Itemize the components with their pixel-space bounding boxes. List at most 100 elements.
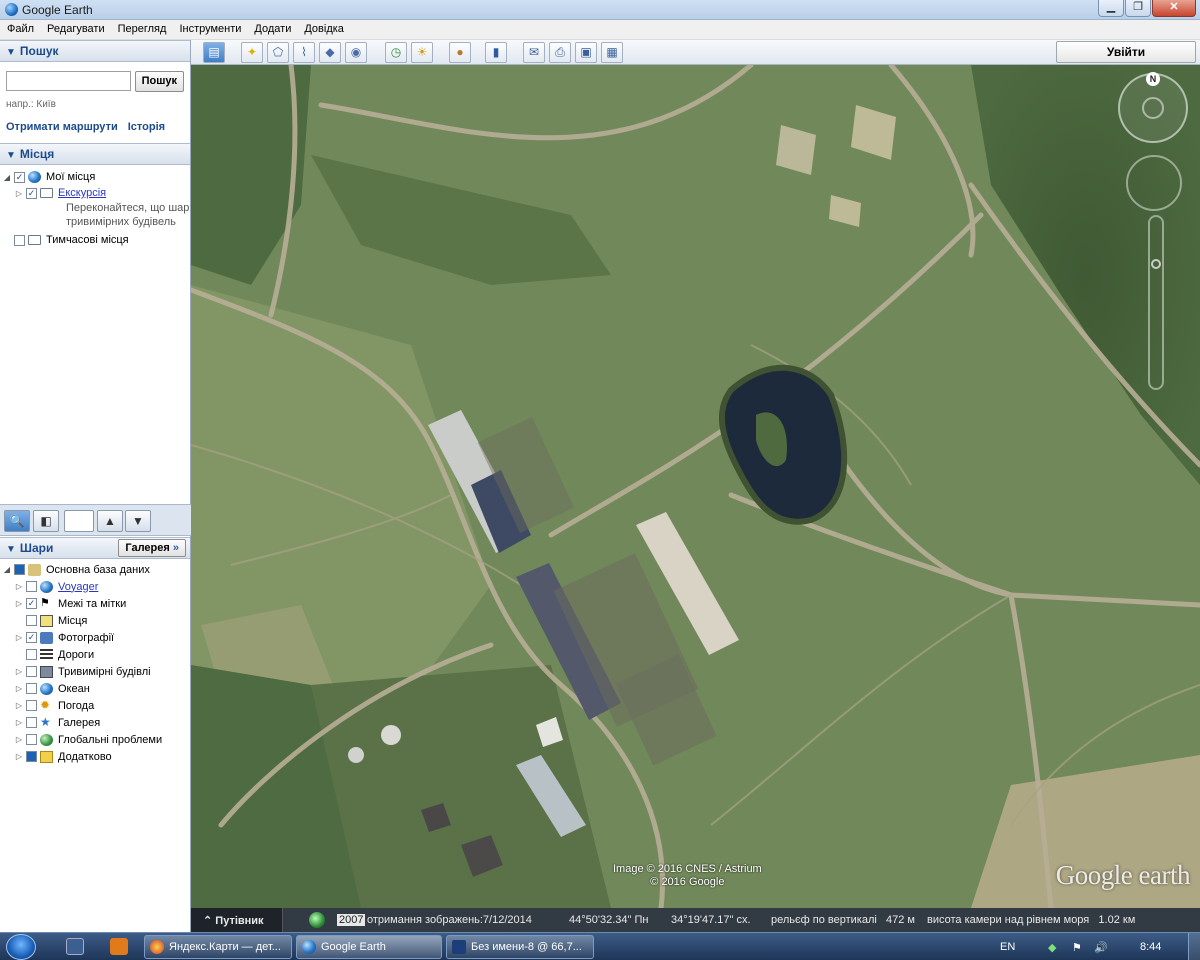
email-icon[interactable]: ✉ [523, 42, 545, 63]
panel-toggle-icon[interactable]: ◧ [33, 510, 59, 532]
taskbar-item-google-earth[interactable]: Google Earth [296, 935, 442, 959]
north-marker[interactable]: N [1146, 72, 1160, 86]
ruler-icon[interactable]: ▮ [485, 42, 507, 63]
expand-triangle-icon[interactable]: ▷ [14, 735, 24, 744]
checkbox[interactable] [26, 683, 37, 694]
menu-help[interactable]: Довідка [297, 20, 350, 39]
clock[interactable]: 8:44 [1140, 941, 1161, 953]
layer-3d-buildings[interactable]: ▷ Тривимірні будівлі [2, 663, 190, 680]
checkbox[interactable]: ✓ [14, 171, 25, 183]
panel-blank-field[interactable] [64, 510, 94, 532]
layer-places[interactable]: Місця [2, 612, 190, 629]
search-panel-header[interactable]: ▼ Пошук [0, 40, 190, 62]
layer-gallery[interactable]: ▷ ★ Галерея [2, 714, 190, 731]
sunlight-icon[interactable]: ☀ [411, 42, 433, 63]
planets-icon[interactable]: ● [449, 42, 471, 63]
checkbox[interactable] [26, 666, 37, 677]
tree-item-label[interactable]: Екскурсія [58, 187, 106, 199]
save-image-icon[interactable]: ▣ [575, 42, 597, 63]
expand-triangle-icon[interactable]: ◢ [2, 173, 12, 182]
checkbox[interactable] [26, 734, 37, 745]
tour-guide-button[interactable]: ⌃ Путівник [191, 908, 283, 932]
checkbox[interactable] [26, 751, 37, 762]
historical-clock-icon[interactable] [309, 912, 325, 928]
expand-triangle-icon[interactable]: ▷ [14, 633, 24, 642]
history-link[interactable]: Історія [128, 121, 165, 133]
expand-triangle-icon[interactable]: ▷ [14, 189, 24, 198]
tray-flag-icon[interactable]: ⚑ [1072, 941, 1082, 954]
menu-edit[interactable]: Редагувати [40, 20, 111, 39]
menu-view[interactable]: Перегляд [111, 20, 173, 39]
layer-label[interactable]: Voyager [58, 581, 98, 593]
sidebar-toggle-icon[interactable]: ▤ [203, 42, 225, 63]
tree-item-tour[interactable]: ▷ ✓ Екскурсія [2, 185, 190, 201]
checkbox[interactable] [26, 649, 37, 660]
print-icon[interactable]: ⎙ [549, 42, 571, 63]
taskbar-item-photoshop[interactable]: Без имени-8 @ 66,7... [446, 935, 594, 959]
get-directions-link[interactable]: Отримати маршрути [6, 121, 118, 133]
network-icon[interactable]: ◆ [1048, 941, 1056, 954]
checkbox[interactable] [26, 717, 37, 728]
search-button[interactable]: Пошук [134, 71, 184, 92]
expand-triangle-icon[interactable]: ▷ [14, 684, 24, 693]
zoom-slider-thumb[interactable] [1151, 259, 1161, 269]
layer-primary-db[interactable]: ◢ Основна база даних [2, 561, 190, 578]
record-tour-icon[interactable]: ◉ [345, 42, 367, 63]
tree-item-temporary[interactable]: Тимчасові місця [2, 232, 190, 248]
checkbox[interactable] [14, 564, 25, 575]
move-down-icon[interactable]: ▼ [125, 510, 151, 532]
close-button[interactable]: ✕ [1152, 0, 1196, 17]
volume-icon[interactable]: 🔊 [1094, 941, 1108, 954]
sign-in-button[interactable]: Увійти [1056, 41, 1196, 63]
expand-triangle-icon[interactable]: ▷ [14, 701, 24, 710]
layer-roads[interactable]: Дороги [2, 646, 190, 663]
checkbox[interactable]: ✓ [26, 598, 37, 609]
tree-item-my-places[interactable]: ◢ ✓ Мої місця [2, 169, 190, 185]
checkbox[interactable] [26, 615, 37, 626]
map-view[interactable]: N Image © 2016 CNES / Astrium © 2016 Goo… [191, 65, 1200, 908]
layer-voyager[interactable]: ▷ Voyager [2, 578, 190, 595]
layer-photos[interactable]: ▷ ✓ Фотографії [2, 629, 190, 646]
add-polygon-icon[interactable]: ⬠ [267, 42, 289, 63]
menu-add[interactable]: Додати [247, 20, 297, 39]
checkbox[interactable] [26, 581, 37, 592]
expand-triangle-icon[interactable]: ▷ [14, 752, 24, 761]
menu-file[interactable]: Файл [0, 20, 40, 39]
minimize-button[interactable]: ▁ [1098, 0, 1124, 17]
maximize-button[interactable]: ❐ [1125, 0, 1151, 17]
menu-tools[interactable]: Інструменти [172, 20, 247, 39]
start-button-icon[interactable] [6, 934, 36, 960]
media-player-icon[interactable] [110, 938, 128, 955]
layer-borders[interactable]: ▷ ✓ ⚑ Межі та мітки [2, 595, 190, 612]
search-mode-icon[interactable]: 🔍 [4, 510, 30, 532]
checkbox[interactable]: ✓ [26, 632, 37, 643]
zoom-slider[interactable] [1148, 215, 1164, 390]
satellite-image[interactable] [191, 65, 1200, 908]
look-joystick-icon[interactable] [1142, 97, 1164, 119]
view-in-maps-icon[interactable]: ▦ [601, 42, 623, 63]
checkbox[interactable] [26, 700, 37, 711]
layers-panel-header[interactable]: ▼ Шари Галерея » [0, 537, 190, 559]
layer-ocean[interactable]: ▷ Океан [2, 680, 190, 697]
move-joystick-icon[interactable] [1126, 155, 1182, 211]
image-overlay-icon[interactable]: ◆ [319, 42, 341, 63]
add-path-icon[interactable]: ⌇ [293, 42, 315, 63]
layer-global-awareness[interactable]: ▷ Глобальні проблеми [2, 731, 190, 748]
historical-imagery-icon[interactable]: ◷ [385, 42, 407, 63]
expand-triangle-icon[interactable]: ◢ [2, 565, 12, 574]
checkbox[interactable] [14, 234, 25, 246]
search-input[interactable] [6, 71, 131, 91]
move-up-icon[interactable]: ▲ [97, 510, 123, 532]
expand-triangle-icon[interactable]: ▷ [14, 718, 24, 727]
explorer-icon[interactable] [66, 938, 84, 955]
layer-more[interactable]: ▷ Додатково [2, 748, 190, 765]
checkbox[interactable]: ✓ [26, 187, 37, 199]
places-panel-header[interactable]: ▼ Місця [0, 143, 190, 165]
gallery-button[interactable]: Галерея » [118, 539, 186, 557]
layer-weather[interactable]: ▷ ✹ Погода [2, 697, 190, 714]
add-placemark-icon[interactable]: ✦ [241, 42, 263, 63]
expand-triangle-icon[interactable]: ▷ [14, 599, 24, 608]
expand-triangle-icon[interactable]: ▷ [14, 582, 24, 591]
compass-ring[interactable]: N [1118, 72, 1188, 143]
taskbar-item-yandex[interactable]: Яндекс.Карти — дет... [144, 935, 292, 959]
